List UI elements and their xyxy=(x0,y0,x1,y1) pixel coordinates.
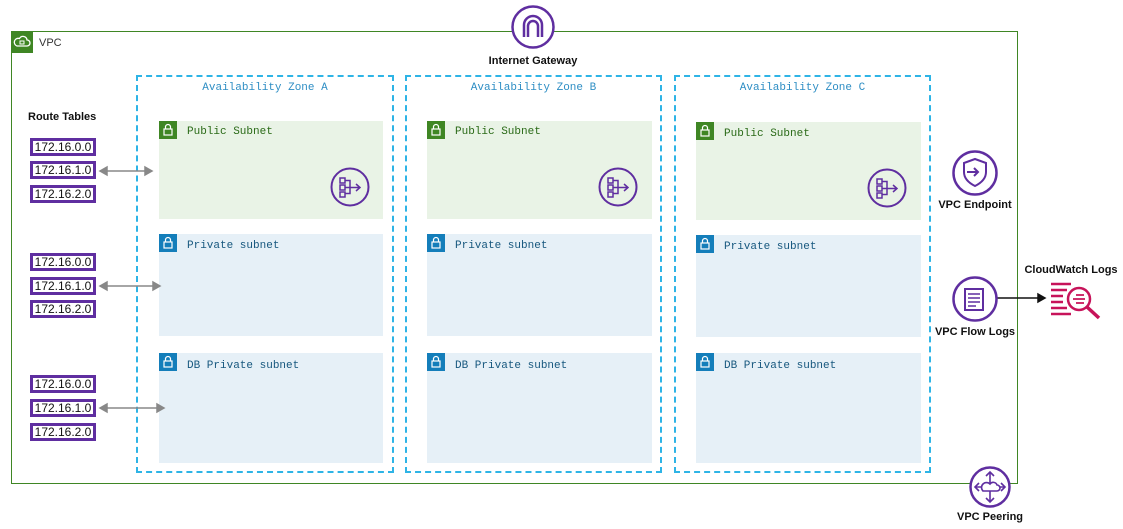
cloudwatch-logs-icon xyxy=(1049,280,1103,320)
connector-layer xyxy=(98,165,1047,414)
route-arrow xyxy=(98,280,162,292)
route-arrow xyxy=(98,402,166,414)
vpc-flow-logs-label: VPC Flow Logs xyxy=(934,326,1016,338)
flow-logs-arrow xyxy=(996,292,1047,304)
vpc-peering-label: VPC Peering xyxy=(956,511,1024,523)
vpc-peering-icon xyxy=(969,466,1011,508)
cloudwatch-logs-label: CloudWatch Logs xyxy=(1024,264,1118,276)
route-arrow xyxy=(98,165,154,177)
vpc-flow-logs-icon xyxy=(952,276,998,322)
vpc-endpoint-icon xyxy=(952,150,998,196)
vpc-endpoint-label: VPC Endpoint xyxy=(938,199,1012,211)
